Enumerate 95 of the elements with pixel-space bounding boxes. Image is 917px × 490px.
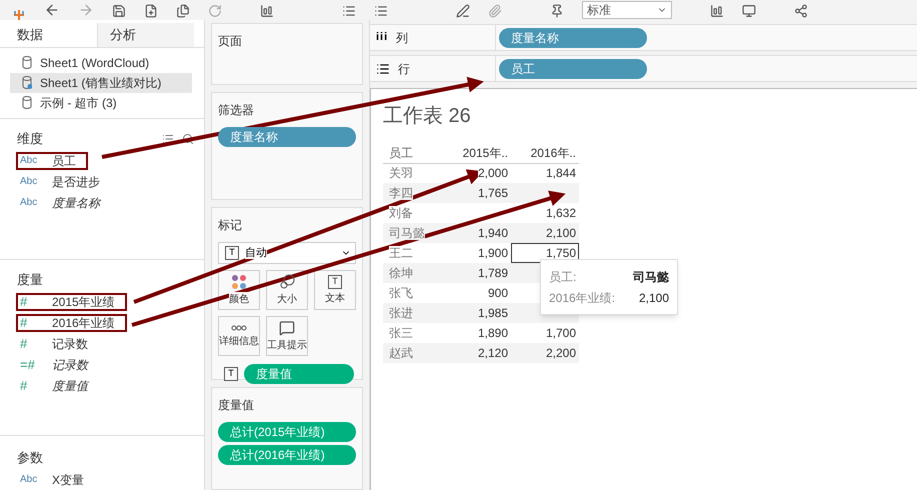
section-title: 度量 xyxy=(16,270,44,289)
mark-button[interactable]: 工具提示 xyxy=(266,316,308,356)
shelf-label: 列 xyxy=(396,30,408,46)
database-icon xyxy=(22,56,32,70)
field-item[interactable]: 记录数 xyxy=(52,356,88,374)
table-cell: 1,700 xyxy=(511,323,579,343)
table-cell: 1,632 xyxy=(511,203,579,223)
mark-button[interactable]: T 文本 xyxy=(314,270,356,310)
speech-bubble-icon xyxy=(279,320,295,336)
table-cell: 2,120 xyxy=(443,343,511,363)
table-cell: 张进 xyxy=(383,303,443,323)
back-icon[interactable] xyxy=(44,2,60,18)
card-title: 标记 xyxy=(218,217,243,234)
new-sheet-icon[interactable] xyxy=(144,4,158,18)
sheet-title: 工作表 26 xyxy=(383,104,472,129)
card-title: 度量值 xyxy=(218,397,255,414)
field-item[interactable]: 2016年业绩 xyxy=(52,314,115,332)
table-cell: 徐坤 xyxy=(383,263,443,283)
share-icon[interactable] xyxy=(794,4,808,18)
text-icon: T xyxy=(224,367,238,381)
column-header[interactable]: 2016年.. xyxy=(511,143,579,163)
data-source-item[interactable]: Sheet1 (WordCloud) xyxy=(10,52,192,73)
field-item[interactable]: 员工 xyxy=(52,152,76,170)
text-icon: T xyxy=(328,274,342,288)
card-title: 页面 xyxy=(218,33,243,50)
field-item[interactable]: 度量值 xyxy=(52,376,88,395)
table-cell: 1,900 xyxy=(443,243,511,263)
dots-icon xyxy=(231,274,247,290)
table-cell: 关羽 xyxy=(383,163,443,183)
dimension-icon: Abc xyxy=(20,472,44,487)
tooltip-label: 2016年业绩: xyxy=(549,290,616,306)
monitor-icon[interactable] xyxy=(742,4,756,18)
search-icon[interactable] xyxy=(182,132,194,145)
table-cell: 2,100 xyxy=(511,223,579,243)
field-item[interactable]: 记录数 xyxy=(52,334,88,353)
dimension-icon: Abc xyxy=(20,174,44,190)
table-cell: 1,890 xyxy=(443,323,511,343)
data-source-item[interactable]: Sheet1 (销售业绩对比) xyxy=(10,72,192,93)
save-icon[interactable] xyxy=(112,4,126,18)
card-title: 筛选器 xyxy=(218,102,255,119)
mark-button[interactable]: 颜色 xyxy=(218,270,260,310)
measure-icon: # xyxy=(20,313,44,333)
measure-icon: =# xyxy=(20,355,44,375)
chart-icon[interactable] xyxy=(260,4,274,18)
rows-icon xyxy=(376,62,390,76)
field-item[interactable]: 度量名称 xyxy=(52,194,100,212)
shelf-label: 行 xyxy=(398,60,410,78)
data-source-item[interactable]: 示例 - 超市 (3) xyxy=(10,92,192,113)
sort-icon[interactable] xyxy=(374,4,388,18)
columns-icon: iii xyxy=(376,29,388,46)
tooltip-value: 2,100 xyxy=(638,290,669,306)
mark-type-dropdown[interactable]: T 自动 xyxy=(218,242,356,264)
sort-icon[interactable] xyxy=(342,4,356,18)
section-title: 参数 xyxy=(16,448,44,466)
tooltip-value: 司马懿 xyxy=(633,268,669,286)
table-cell: 1,789 xyxy=(443,263,511,283)
dots-icon xyxy=(231,324,247,332)
table-cell: 1,940 xyxy=(443,223,511,243)
table-cell: 1,765 xyxy=(443,183,511,203)
measure-icon: # xyxy=(20,292,44,312)
pin-icon[interactable] xyxy=(550,4,564,18)
column-header[interactable]: 2015年.. xyxy=(443,143,511,163)
paperclip-icon[interactable] xyxy=(488,4,502,18)
duplicate-icon[interactable] xyxy=(176,4,190,18)
table-cell: 张飞 xyxy=(383,283,443,303)
mark-button[interactable]: 大小 xyxy=(266,270,308,310)
pane-tab[interactable]: 分析 xyxy=(97,23,194,47)
fit-dropdown[interactable]: 标准 xyxy=(582,1,672,19)
table-cell: 2,200 xyxy=(511,343,579,363)
tooltip-label: 员工: xyxy=(549,268,576,286)
database-icon xyxy=(22,96,32,110)
pen-icon[interactable] xyxy=(456,4,470,18)
dimension-icon: Abc xyxy=(20,153,44,168)
chart-icon[interactable] xyxy=(710,4,724,18)
table-cell: 刘备 xyxy=(383,203,443,223)
dimension-icon: Abc xyxy=(20,195,44,210)
table-cell: 司马懿 xyxy=(383,223,443,243)
table-cell: 王二 xyxy=(383,243,443,263)
column-header[interactable]: 员工 xyxy=(383,143,443,163)
field-item[interactable]: 是否进步 xyxy=(52,172,100,191)
table-cell: 赵武 xyxy=(383,343,443,363)
field-item[interactable]: 2015年业绩 xyxy=(52,292,115,311)
measure-icon: # xyxy=(20,376,44,396)
circles-icon xyxy=(279,274,295,290)
table-cell: 900 xyxy=(443,283,511,303)
database-icon xyxy=(22,76,32,90)
section-title: 维度 xyxy=(17,130,43,148)
logo-icon xyxy=(12,10,26,20)
text-icon: T xyxy=(225,246,239,260)
table-cell: 1,844 xyxy=(511,163,579,183)
mark-button[interactable]: 详细信息 xyxy=(218,316,260,356)
measure-icon: # xyxy=(20,334,44,354)
table-cell: 1,985 xyxy=(443,303,511,323)
table-cell: 张三 xyxy=(383,323,443,343)
field-item[interactable]: X变量 xyxy=(52,470,84,488)
